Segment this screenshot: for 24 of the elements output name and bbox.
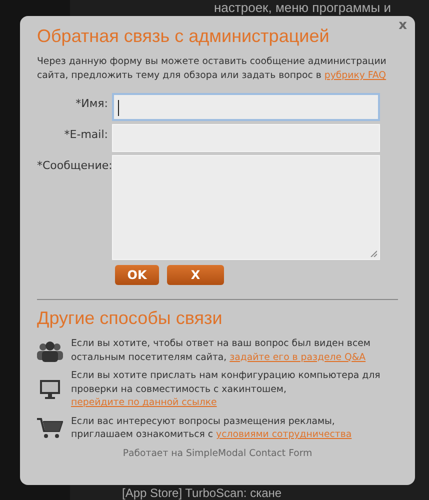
page-text: [App Store] TurboScan: скане: [122, 486, 282, 500]
people-icon: [37, 340, 63, 362]
message-field[interactable]: [112, 155, 380, 260]
contact-option-text: Если вы хотите, чтобы ответ на ваш вопрос был виден всем остальным посетителям сайта, задайте его в разделе Q&A: [71, 337, 372, 364]
option-link[interactable]: условиями сотрудничества: [216, 429, 352, 440]
input-field[interactable]: [112, 93, 380, 121]
page-text: настроек, меню программы и: [214, 0, 391, 15]
ok-button[interactable]: OK: [115, 265, 159, 285]
section-title: Другие способы связи: [37, 308, 224, 329]
dialog-title: Обратная связь с администрацией: [37, 26, 330, 47]
option-link[interactable]: перейдите по данной ссылке: [71, 397, 217, 408]
faq-link[interactable]: рубрику FAQ: [324, 70, 386, 81]
contact-option-text: Если вас интересуют вопросы размещения рекламы, приглашаем ознакомиться с условиями сотрудничества: [71, 414, 353, 442]
footer-text: Работает на SimpleModal Contact Form: [122, 448, 314, 458]
intro-text: Через данную форму вы можете оставить сообщение администрации сайта, предложить тему для обзора или задать вопрос в рубрику FAQ: [37, 55, 388, 83]
cart-icon: [37, 417, 63, 439]
resize-grip-icon[interactable]: [370, 250, 377, 257]
contact-option-text: Если вы хотите прислать нам конфигурацию компьютера для проверки на совместимость с хакинтошем, перейдите по данной ссылке: [71, 369, 382, 410]
close-button[interactable]: x: [398, 18, 407, 33]
monitor-icon: [37, 379, 63, 400]
field-label: *Имя:: [74, 96, 108, 112]
option-link[interactable]: задайте его в разделе Q&A: [230, 352, 366, 362]
cancel-button[interactable]: X: [167, 265, 224, 285]
field-label: *E-mail:: [63, 127, 108, 143]
